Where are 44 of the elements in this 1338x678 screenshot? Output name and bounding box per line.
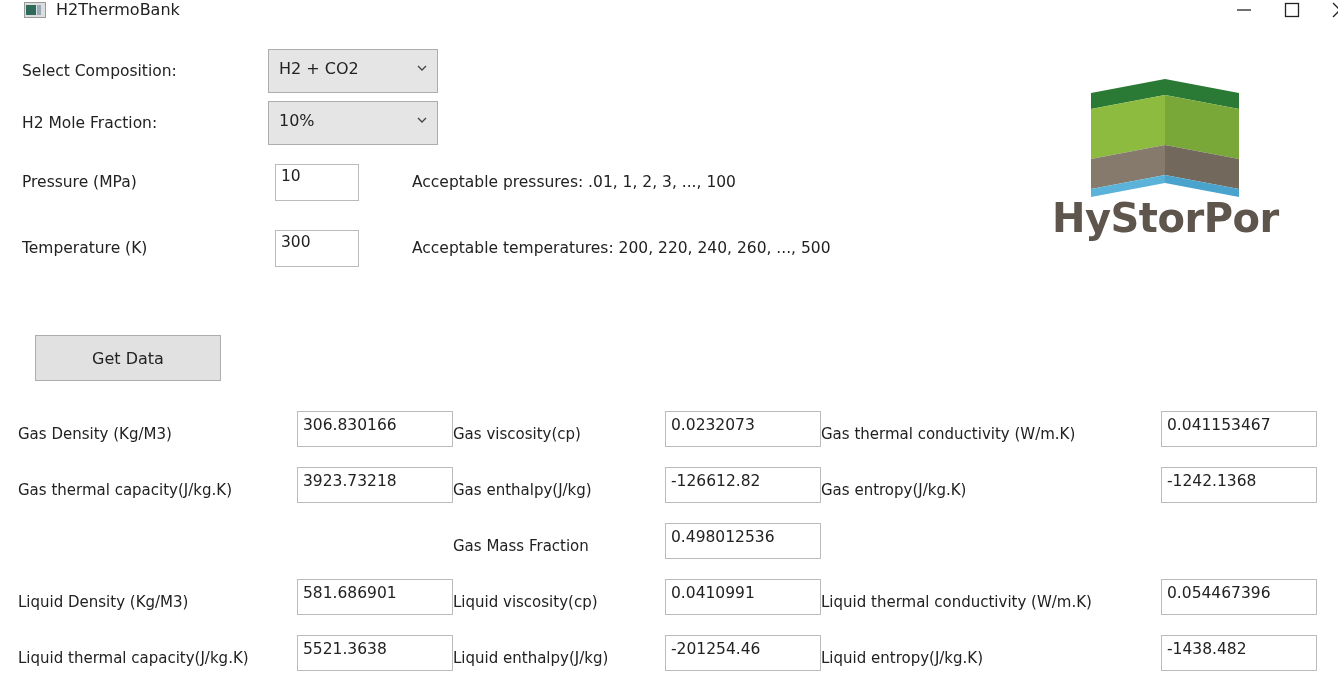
dropdown[interactable]: 10% [268,101,438,145]
field-label: Pressure (MPa) [22,173,138,191]
result-label: Liquid Density (Kg/M3) [18,592,189,611]
input-field[interactable]: 10 [275,163,359,201]
maximize-icon[interactable] [1284,1,1300,18]
chevron-icon [417,117,427,123]
result-label: Liquid viscosity(cp) [453,592,598,611]
result-field[interactable]: 5521.3638 [297,635,453,671]
result-field[interactable]: 0.498012536 [665,523,821,559]
result-field[interactable]: 0.054467396 [1161,579,1317,615]
result-label: Liquid enthalpy(J/kg) [453,648,609,667]
app-icon [24,1,46,18]
result-label: Liquid thermal conductivity (W/m.K) [821,592,1092,611]
result-field[interactable]: -1438.482 [1161,635,1317,671]
result-field[interactable]: 3923.73218 [297,467,453,503]
input-field[interactable]: 300 [275,229,359,267]
result-label: Gas thermal conductivity (W/m.K) [821,424,1076,443]
hint-text: Acceptable temperatures: 200, 220, 240, 260, ..., 500 [412,239,831,257]
window-title: H2ThermoBank [56,0,181,19]
result-label: Gas entropy(J/kg.K) [821,480,967,499]
result-field[interactable]: -201254.46 [665,635,821,671]
result-field[interactable]: 0.041153467 [1161,411,1317,447]
result-field[interactable]: -126612.82 [665,467,821,503]
result-field[interactable]: -1242.1368 [1161,467,1317,503]
result-label: Gas Mass Fraction [453,536,589,555]
result-label: Gas enthalpy(J/kg) [453,480,592,499]
get-data-button[interactable]: Get Data [35,335,221,381]
layered-blocks-icon [1091,79,1240,197]
result-label: Gas thermal capacity(J/kg.K) [18,480,232,499]
result-field[interactable]: 0.0410991 [665,579,821,615]
dropdown[interactable]: H2 + CO2 [268,49,438,93]
field-label: H2 Mole Fraction: [22,114,159,132]
result-label: Liquid thermal capacity(J/kg.K) [18,648,249,667]
result-label: Gas Density (Kg/M3) [18,424,172,443]
result-label: Liquid entropy(J/kg.K) [821,648,984,667]
field-label: Temperature (K) [22,239,149,257]
result-label: Gas viscosity(cp) [453,424,581,443]
hint-text: Acceptable pressures: .01, 1, 2, 3, ..., 100 [412,173,736,191]
logo-text: HyStorPor [1052,195,1279,241]
result-field[interactable]: 581.686901 [297,579,453,615]
chevron-icon [417,65,427,71]
result-field[interactable]: 306.830166 [297,411,453,447]
result-field[interactable]: 0.0232073 [665,411,821,447]
field-label: Select Composition: [22,62,178,80]
